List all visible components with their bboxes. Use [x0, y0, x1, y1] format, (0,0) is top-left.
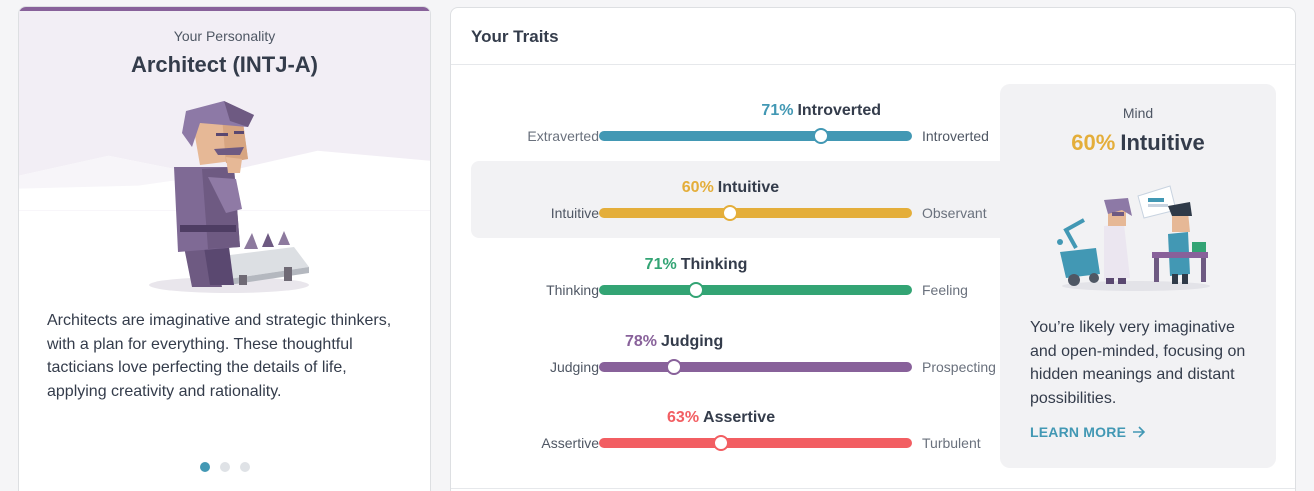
detail-kicker: Mind [1122, 105, 1154, 121]
trait-slider-knob [813, 128, 830, 144]
trait-label: Thinking [680, 256, 748, 273]
detail-percent: 60% [1071, 130, 1116, 155]
trait-row[interactable]: 71% Thinking Thinking Feeling [471, 256, 1031, 316]
trait-row[interactable]: 63% Assertive Assertive Turbulent [471, 409, 1031, 469]
trait-percent: 71% [644, 256, 677, 273]
trait-heading: 71% Thinking [645, 256, 748, 274]
arrow-right-icon [1133, 426, 1146, 438]
trait-heading: 63% Assertive [667, 409, 775, 427]
detail-description: You’re likely very imaginative and open-… [1030, 319, 1246, 407]
personality-description: Architects are imaginative and strategic… [47, 312, 392, 400]
traits-header: Your Traits [451, 8, 1295, 65]
architect-illustration-icon [149, 101, 309, 293]
trait-label: Introverted [797, 102, 882, 119]
trait-heading: 60% Intuitive [682, 179, 779, 197]
trait-percent: 78% [624, 333, 658, 350]
trait-heading: 71% Introverted [761, 102, 881, 120]
trait-row[interactable]: 71% Introverted Extraverted Introverted [471, 102, 1031, 162]
trait-slider-knob [688, 282, 705, 298]
trait-label: Judging [661, 333, 724, 350]
traits-footer-divider [451, 488, 1295, 489]
trait-right-pole: Introverted [922, 128, 989, 144]
trait-bar [599, 208, 912, 218]
trait-label: Assertive [703, 409, 776, 426]
traits-title: Your Traits [471, 27, 559, 46]
traits-panel: Your Traits 71% Introverted Extraverted Int… [450, 7, 1296, 491]
trait-row[interactable]: 60% Intuitive Intuitive Observant [471, 179, 1031, 239]
trait-bar [599, 438, 912, 448]
trait-right-pole: Observant [922, 205, 987, 221]
trait-left-pole: Assertive [541, 435, 599, 451]
carousel-dot[interactable] [200, 462, 210, 472]
trait-slider-knob [666, 359, 683, 375]
trait-label: Intuitive [717, 179, 780, 196]
carousel-dots [200, 462, 250, 472]
trait-bar [599, 131, 912, 141]
trait-percent: 63% [667, 409, 700, 426]
trait-bar [599, 285, 912, 295]
intuitive-illustration-icon [1057, 185, 1210, 291]
carousel-dot[interactable] [240, 462, 250, 472]
trait-row[interactable]: 78% Judging Judging Prospecting [471, 333, 1031, 393]
trait-heading: 78% Judging [625, 333, 723, 351]
detail-heading: 60% Intuitive [1000, 130, 1276, 156]
detail-label: Intuitive [1120, 130, 1205, 155]
carousel-dot[interactable] [220, 462, 230, 472]
learn-more-link[interactable]: LEARN MORE [1030, 424, 1146, 440]
trait-left-pole: Thinking [546, 282, 599, 298]
personality-type-name: Architect (INTJ-A) [130, 52, 318, 77]
trait-slider-knob [722, 205, 739, 221]
personality-kicker: Your Personality [173, 28, 276, 44]
trait-left-pole: Extraverted [527, 128, 599, 144]
trait-left-pole: Intuitive [550, 205, 599, 221]
trait-slider-knob [713, 435, 730, 451]
trait-bar [599, 362, 912, 372]
trait-right-pole: Turbulent [922, 435, 981, 451]
trait-right-pole: Feeling [922, 282, 968, 298]
trait-detail-card: Mind 60% Intuitive You’re likely very im… [1000, 84, 1276, 468]
trait-right-pole: Prospecting [922, 359, 996, 375]
trait-percent: 60% [681, 179, 714, 196]
learn-more-label: LEARN MORE [1030, 424, 1127, 440]
personality-card: Your Personality Architect (INTJ-A) Arch… [18, 6, 431, 491]
trait-percent: 71% [761, 102, 794, 119]
trait-left-pole: Judging [549, 359, 599, 375]
